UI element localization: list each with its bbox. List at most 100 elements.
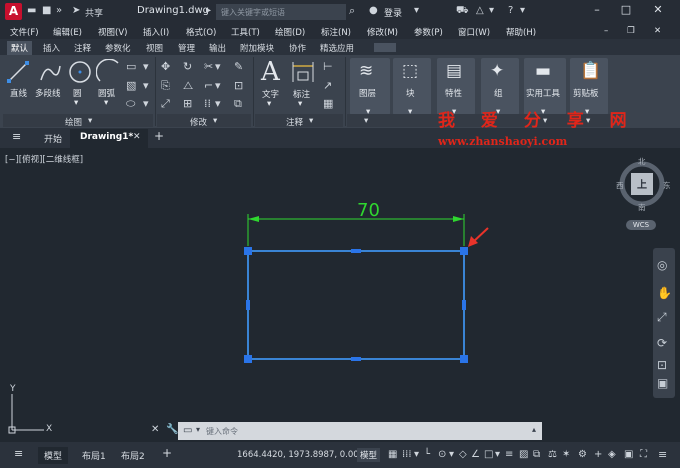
- tab-output[interactable]: 输出: [205, 41, 230, 55]
- tab-featured-apps[interactable]: 精选应用: [316, 41, 358, 55]
- stretch-icon[interactable]: ⤢: [161, 97, 170, 111]
- menu-tools[interactable]: 工具(T): [231, 26, 260, 38]
- customization-icon[interactable]: ≡: [658, 448, 667, 461]
- ellipse-icon[interactable]: ⬭: [126, 97, 135, 111]
- menu-dimension[interactable]: 标注(N): [321, 26, 351, 38]
- grip-mid-right[interactable]: [462, 300, 466, 310]
- array-dropdown-icon[interactable]: ▾: [215, 97, 221, 110]
- annotation-scale-icon[interactable]: ⚖: [548, 449, 557, 460]
- showmotion-icon[interactable]: ▣: [657, 376, 668, 390]
- command-input[interactable]: 键入命令: [206, 426, 238, 437]
- zoom-extents-icon[interactable]: ⤢: [657, 310, 667, 325]
- grip-corner-br[interactable]: [460, 355, 468, 363]
- menu-minimize-icon[interactable]: –: [604, 26, 608, 36]
- menu-view[interactable]: 视图(V): [98, 26, 127, 38]
- dimension-value[interactable]: 70: [357, 200, 380, 221]
- array-icon[interactable]: ⁞⁞: [204, 97, 211, 110]
- help-icon[interactable]: ?: [508, 5, 513, 16]
- tab-manage[interactable]: 管理: [174, 41, 199, 55]
- isodraft-icon[interactable]: ◇: [459, 449, 467, 460]
- grip-mid-top[interactable]: [351, 249, 361, 253]
- layout-menu-icon[interactable]: ≡: [14, 447, 23, 460]
- viewcube-south[interactable]: 南: [638, 202, 646, 213]
- hatch-dropdown-icon[interactable]: ▾: [143, 79, 149, 92]
- viewcube-west[interactable]: 西: [616, 180, 624, 191]
- app-menu-icon[interactable]: ≡: [12, 130, 21, 143]
- snap-mode-icon[interactable]: ⁞⁞⁞: [402, 449, 412, 460]
- rectangle-icon[interactable]: ▭: [126, 60, 136, 73]
- polar-dropdown-icon[interactable]: ▾: [449, 449, 454, 460]
- share-button[interactable]: 共享: [85, 6, 103, 19]
- modify-panel-title[interactable]: 修改: [190, 116, 207, 128]
- tab-parametric[interactable]: 参数化: [101, 41, 135, 55]
- text-dropdown-icon[interactable]: ▾: [267, 99, 271, 109]
- pan-icon[interactable]: ✋: [657, 286, 672, 300]
- app-logo[interactable]: A: [5, 3, 22, 20]
- tab-layout2[interactable]: 布局2: [121, 449, 145, 462]
- save-icon[interactable]: ■: [42, 5, 51, 16]
- layers-button[interactable]: ≋ 图层 ▾: [350, 58, 390, 117]
- tab-annotate[interactable]: 注释: [70, 41, 95, 55]
- minimize-button[interactable]: –: [586, 3, 608, 19]
- tab-layout1[interactable]: 布局1: [82, 449, 106, 462]
- menu-edit[interactable]: 编辑(E): [53, 26, 82, 38]
- tab-insert[interactable]: 插入: [39, 41, 64, 55]
- erase-icon[interactable]: ✎: [234, 60, 243, 73]
- maximize-button[interactable]: □: [615, 3, 637, 19]
- hardware-accel-icon[interactable]: ▣: [624, 449, 633, 460]
- menu-restore-icon[interactable]: ❐: [627, 26, 635, 36]
- annotation-monitor-icon[interactable]: +: [594, 449, 602, 460]
- close-button[interactable]: ✕: [647, 3, 669, 19]
- login-button[interactable]: 登录: [384, 6, 402, 19]
- cmd-prompt-icon[interactable]: ▭: [183, 425, 192, 436]
- arc-tool-icon[interactable]: [96, 59, 122, 85]
- help-dropdown-icon[interactable]: ▾: [520, 5, 525, 16]
- zoom-window-icon[interactable]: ⊡: [657, 358, 667, 372]
- scale-icon[interactable]: ⊞: [183, 97, 192, 110]
- tab-view[interactable]: 视图: [142, 41, 167, 55]
- arc-dropdown-icon[interactable]: ▾: [104, 98, 108, 108]
- grip-corner-tr[interactable]: [460, 247, 468, 255]
- cmd-customize-icon[interactable]: 🔧: [166, 424, 178, 435]
- ribbon-minimize-icon[interactable]: [374, 43, 396, 52]
- wcs-menu[interactable]: WCS: [626, 220, 656, 230]
- cmd-close-icon[interactable]: ✕: [151, 424, 159, 435]
- offset-icon[interactable]: ⧉: [234, 97, 242, 111]
- new-layout-icon[interactable]: +: [162, 446, 172, 460]
- copy-icon[interactable]: ⎘: [161, 79, 170, 93]
- viewcube-east[interactable]: 东: [663, 180, 671, 191]
- fillet-dropdown-icon[interactable]: ▾: [215, 79, 221, 92]
- leader-icon[interactable]: ↗: [323, 79, 332, 92]
- tab-drawing1[interactable]: Drawing1*: [80, 132, 133, 142]
- polar-icon[interactable]: ⊙: [438, 449, 446, 460]
- menu-window[interactable]: 窗口(W): [458, 26, 490, 38]
- trim-dropdown-icon[interactable]: ▾: [215, 60, 221, 73]
- menu-format[interactable]: 格式(O): [186, 26, 216, 38]
- circle-dropdown-icon[interactable]: ▾: [74, 98, 78, 108]
- modify-panel-expand-icon[interactable]: ▾: [213, 116, 217, 126]
- annotation-visibility-icon[interactable]: ✶: [562, 449, 570, 460]
- menu-insert[interactable]: 插入(I): [143, 26, 169, 38]
- share-icon[interactable]: ➤: [72, 5, 80, 16]
- menu-close-icon[interactable]: ✕: [654, 26, 661, 36]
- line-tool-icon[interactable]: [6, 60, 30, 84]
- grip-mid-bottom[interactable]: [351, 357, 361, 361]
- tab-model[interactable]: 模型: [38, 447, 69, 464]
- user-icon[interactable]: ●: [369, 5, 378, 16]
- object-snap-tracking-icon[interactable]: ∠: [471, 449, 480, 460]
- annotation-panel-title[interactable]: 注释: [286, 116, 303, 128]
- table-icon[interactable]: ▦: [323, 97, 333, 110]
- text-tool-icon[interactable]: A: [261, 57, 280, 87]
- menu-draw[interactable]: 绘图(D): [275, 26, 305, 38]
- menu-parametric[interactable]: 参数(P): [414, 26, 443, 38]
- mirror-icon[interactable]: ⧍: [183, 79, 193, 93]
- cmd-prompt-dropdown-icon[interactable]: ▾: [196, 425, 200, 434]
- annotation-panel-expand-icon[interactable]: ▾: [309, 116, 313, 126]
- object-snap-icon[interactable]: □: [484, 449, 493, 460]
- more-draw-icon[interactable]: ▾: [143, 97, 149, 110]
- tab-close-icon[interactable]: ✕: [133, 132, 141, 142]
- orbit-icon[interactable]: ⟳: [657, 336, 667, 350]
- new-tab-icon[interactable]: +: [154, 129, 164, 143]
- menu-modify[interactable]: 修改(M): [367, 26, 398, 38]
- explode-icon[interactable]: ⊡: [234, 79, 243, 92]
